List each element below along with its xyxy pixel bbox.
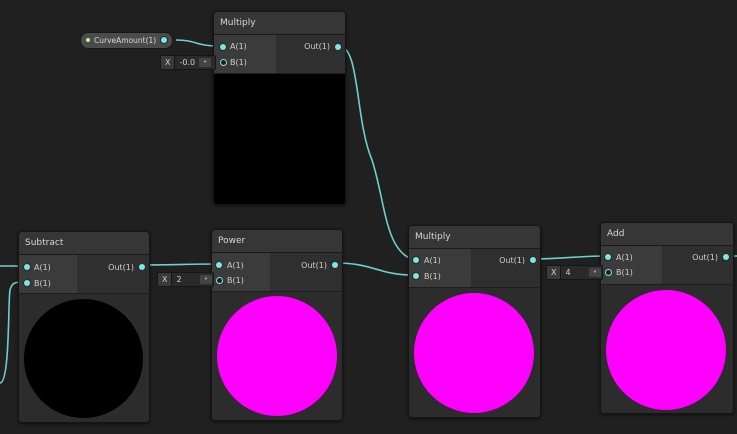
- inline-value-field-b[interactable]: X 4 •: [546, 265, 603, 280]
- node-ports: A(1) B(1) Out(1): [212, 253, 342, 291]
- output-port[interactable]: [723, 254, 729, 260]
- node-power[interactable]: Power A(1) B(1) Out(1): [211, 229, 343, 421]
- property-output-port[interactable]: [161, 37, 167, 43]
- node-title: Multiply: [409, 226, 540, 249]
- input-port-b[interactable]: [413, 273, 419, 279]
- input-port-a[interactable]: [220, 44, 226, 50]
- node-preview: [19, 293, 149, 422]
- input-label-a: A(1): [616, 253, 633, 262]
- input-label-b: B(1): [227, 276, 244, 285]
- output-label: Out(1): [108, 263, 134, 272]
- wire-subtract-out-to-power-a: [142, 263, 217, 266]
- dot-picker-icon[interactable]: •: [200, 275, 212, 284]
- input-label-a: A(1): [34, 263, 51, 272]
- preview-sphere-magenta: [414, 293, 534, 413]
- input-label-a: A(1): [424, 256, 441, 265]
- property-dot-icon: [86, 38, 90, 42]
- output-port[interactable]: [139, 264, 145, 270]
- node-ports: A(1) B(1) Out(1): [409, 249, 540, 287]
- value-input[interactable]: 4: [561, 266, 589, 279]
- value-input[interactable]: 2: [172, 273, 200, 286]
- wire-multiply-bottom-out-to-add-a: [531, 255, 607, 260]
- property-label: CurveAmount(1): [94, 36, 157, 45]
- output-column: Out(1): [270, 253, 342, 291]
- output-port[interactable]: [335, 44, 341, 50]
- input-port-a[interactable]: [216, 262, 222, 268]
- input-port-b[interactable]: [216, 277, 223, 284]
- dot-picker-icon[interactable]: •: [589, 268, 601, 277]
- node-title: Multiply: [214, 12, 345, 35]
- output-port[interactable]: [332, 262, 338, 268]
- node-ports: A(1) B(1) Out(1): [19, 255, 149, 293]
- preview-sphere-magenta: [217, 296, 337, 416]
- node-preview: [601, 284, 733, 413]
- output-column: Out(1): [662, 246, 733, 284]
- axis-label: X: [547, 266, 562, 279]
- wire-multiply-top-out-to-multiply-bottom-a: [338, 45, 413, 260]
- input-column: A(1) B(1): [409, 249, 471, 287]
- node-title: Power: [212, 230, 342, 253]
- axis-label: X: [161, 56, 176, 69]
- node-multiply-top[interactable]: Multiply A(1) B(1) Out(1): [213, 11, 346, 205]
- input-port-a[interactable]: [413, 257, 419, 263]
- node-preview: [409, 287, 540, 417]
- node-title: Add: [601, 223, 733, 246]
- input-label-b: B(1): [616, 268, 633, 277]
- node-ports: A(1) B(1) Out(1): [214, 35, 345, 73]
- input-label-b: B(1): [230, 58, 247, 67]
- preview-sphere-magenta: [606, 290, 726, 410]
- output-label: Out(1): [499, 256, 525, 265]
- input-port-b[interactable]: [24, 280, 30, 286]
- output-column: Out(1): [77, 255, 149, 293]
- node-title: Subtract: [19, 232, 149, 255]
- input-column: A(1) B(1): [19, 255, 77, 293]
- input-label-a: A(1): [227, 261, 244, 270]
- node-ports: A(1) B(1) Out(1): [601, 246, 733, 284]
- inline-value-field-b[interactable]: X -0.0 •: [160, 55, 216, 70]
- value-input[interactable]: -0.0: [175, 56, 199, 69]
- dot-picker-icon[interactable]: •: [199, 58, 212, 67]
- input-column: A(1) B(1): [214, 35, 276, 73]
- output-column: Out(1): [276, 35, 345, 73]
- node-multiply-bottom[interactable]: Multiply A(1) B(1) Out(1): [408, 225, 541, 418]
- inline-value-field-b[interactable]: X 2 •: [157, 272, 214, 287]
- input-port-b[interactable]: [220, 59, 227, 66]
- input-label-a: A(1): [230, 42, 247, 51]
- output-label: Out(1): [304, 42, 330, 51]
- input-port-a[interactable]: [24, 264, 30, 270]
- input-column: A(1) B(1): [601, 246, 662, 284]
- node-preview: [212, 291, 342, 420]
- wire-curveamount-to-multiply-a: [175, 39, 219, 47]
- node-preview-black: [214, 73, 345, 204]
- preview-sphere-black: [24, 299, 143, 418]
- node-add[interactable]: Add A(1) B(1) Out(1): [600, 222, 734, 414]
- input-column: A(1) B(1): [212, 253, 270, 291]
- input-label-b: B(1): [424, 272, 441, 281]
- output-port[interactable]: [530, 257, 536, 263]
- axis-label: X: [158, 273, 173, 286]
- output-label: Out(1): [301, 261, 327, 270]
- property-node-curveamount[interactable]: CurveAmount(1): [80, 32, 174, 49]
- input-label-b: B(1): [34, 279, 51, 288]
- node-subtract[interactable]: Subtract A(1) B(1) Out(1): [18, 231, 150, 423]
- output-column: Out(1): [471, 249, 540, 287]
- output-label: Out(1): [692, 253, 718, 262]
- wire-power-out-to-multiply-bottom-b: [336, 262, 413, 276]
- input-port-a[interactable]: [605, 254, 611, 260]
- input-port-b[interactable]: [605, 269, 612, 276]
